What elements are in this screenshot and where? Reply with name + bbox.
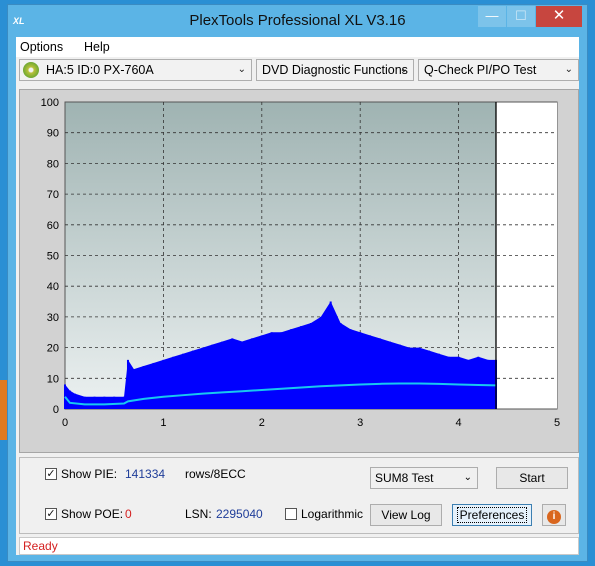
disc-drive-icon — [23, 62, 39, 78]
title-bar[interactable]: XL PlexTools Professional XL V3.16 — ☐ ✕ — [8, 5, 587, 37]
sum-test-value: SUM8 Test — [375, 471, 434, 485]
client-area: Options Help HA:5 ID:0 PX-760A ⌄ DVD Dia… — [16, 37, 579, 555]
controls-panel: ✓ Show PIE: 141334 rows/8ECC SUM8 Test ⌄… — [19, 457, 579, 534]
preferences-label: Preferences — [456, 507, 528, 523]
chevron-down-icon: ⌄ — [463, 472, 472, 483]
y-tick-label: 20 — [47, 343, 59, 355]
y-tick-label: 80 — [47, 158, 59, 170]
minimize-button[interactable]: — — [478, 6, 506, 27]
poe-value: 0 — [125, 507, 132, 521]
menu-options[interactable]: Options — [20, 40, 63, 54]
function-select[interactable]: DVD Diagnostic Functions ⌄ — [256, 59, 414, 81]
x-tick-label: 3 — [357, 417, 363, 429]
drive-select-value: HA:5 ID:0 PX-760A — [46, 63, 154, 77]
y-tick-label: 100 — [41, 97, 59, 109]
test-select-value: Q-Check PI/PO Test — [424, 63, 537, 77]
y-tick-label: 60 — [47, 220, 59, 232]
menu-bar: Options Help — [16, 37, 579, 57]
chevron-down-icon: ⌄ — [237, 64, 246, 75]
info-icon: i — [547, 510, 561, 524]
status-text: Ready — [23, 539, 58, 553]
show-pie-checkbox[interactable]: ✓ — [45, 468, 57, 480]
lsn-label: LSN: — [185, 507, 212, 521]
chevron-down-icon: ⌄ — [399, 64, 408, 75]
x-tick-label: 1 — [160, 417, 166, 429]
chevron-down-icon: ⌄ — [564, 64, 573, 75]
y-tick-label: 30 — [47, 312, 59, 324]
lsn-value: 2295040 — [216, 507, 263, 521]
x-tick-label: 4 — [456, 417, 462, 429]
pie-chart: 0 10 20 30 40 50 60 70 80 90 100 0 1 2 3 4 5 — [41, 97, 560, 429]
x-tick-label: 0 — [62, 417, 68, 429]
start-button[interactable]: Start — [496, 467, 568, 489]
sum-test-select[interactable]: SUM8 Test ⌄ — [370, 467, 478, 489]
status-bar: Ready — [19, 537, 579, 555]
close-button[interactable]: ✕ — [536, 6, 582, 27]
y-tick-label: 50 — [47, 251, 59, 263]
preferences-button[interactable]: Preferences — [452, 504, 532, 526]
logarithmic-checkbox[interactable] — [285, 508, 297, 520]
drive-select[interactable]: HA:5 ID:0 PX-760A ⌄ — [19, 59, 252, 81]
test-select[interactable]: Q-Check PI/PO Test ⌄ — [418, 59, 579, 81]
logarithmic-label: Logarithmic — [301, 507, 364, 521]
y-tick-label: 10 — [47, 373, 59, 385]
y-tick-label: 70 — [47, 189, 59, 201]
app-window: XL PlexTools Professional XL V3.16 — ☐ ✕… — [7, 4, 588, 562]
x-tick-label: 5 — [554, 417, 560, 429]
pie-unit: rows/8ECC — [185, 467, 246, 481]
menu-help[interactable]: Help — [84, 40, 110, 54]
y-tick-label: 0 — [53, 404, 59, 416]
chart-panel: 0 10 20 30 40 50 60 70 80 90 100 0 1 2 3 4 5 — [19, 89, 579, 453]
show-poe-label: Show POE: — [61, 507, 124, 521]
pie-value: 141334 — [125, 467, 166, 481]
maximize-button[interactable]: ☐ — [507, 6, 535, 27]
show-pie-label: Show PIE: — [61, 467, 118, 481]
info-button[interactable]: i — [542, 504, 566, 526]
function-select-value: DVD Diagnostic Functions — [262, 63, 408, 77]
y-tick-label: 90 — [47, 128, 59, 140]
show-poe-checkbox[interactable]: ✓ — [45, 508, 57, 520]
view-log-button[interactable]: View Log — [370, 504, 442, 526]
y-tick-label: 40 — [47, 281, 59, 293]
x-tick-label: 2 — [259, 417, 265, 429]
